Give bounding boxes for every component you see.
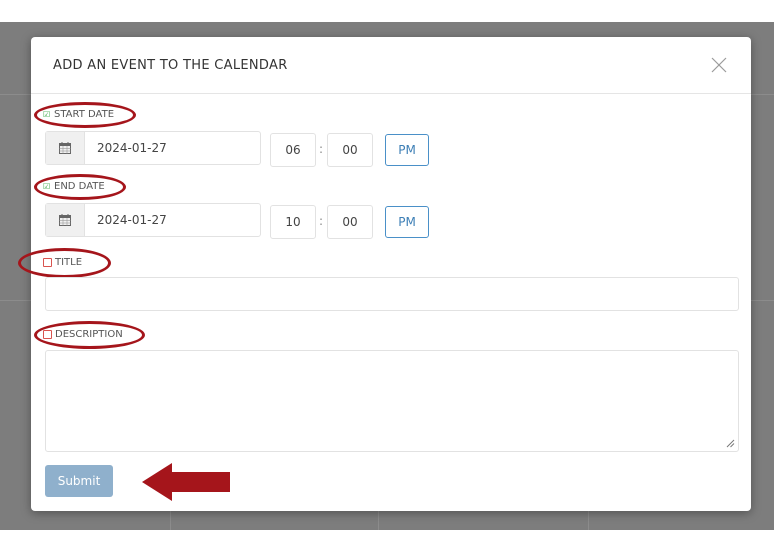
check-icon: ☑ xyxy=(43,181,51,191)
start-date-label-text: START DATE xyxy=(54,109,115,120)
title-label-text: TITLE xyxy=(55,257,83,268)
modal-header: ADD AN EVENT TO THE CALENDAR xyxy=(31,37,751,94)
submit-button[interactable]: Submit xyxy=(45,465,113,497)
close-icon xyxy=(711,57,727,73)
start-date-input[interactable]: 2024-01-27 xyxy=(45,131,261,165)
start-ampm-toggle[interactable]: PM xyxy=(385,134,429,166)
end-date-calendar-button[interactable] xyxy=(46,204,85,236)
description-label: DESCRIPTION xyxy=(43,329,123,340)
description-label-text: DESCRIPTION xyxy=(55,329,123,340)
end-date-label: ☑ END DATE xyxy=(43,181,105,192)
resize-grip-icon[interactable] xyxy=(726,439,735,448)
title-label: TITLE xyxy=(43,257,82,268)
close-button[interactable] xyxy=(709,55,729,75)
check-icon: ☑ xyxy=(43,109,51,119)
end-hour-input[interactable]: 10 xyxy=(270,205,316,239)
start-date-calendar-button[interactable] xyxy=(46,132,85,164)
start-date-label: ☑ START DATE xyxy=(43,109,114,120)
time-separator: : xyxy=(319,142,324,156)
end-ampm-toggle[interactable]: PM xyxy=(385,206,429,238)
description-textarea[interactable] xyxy=(45,350,739,452)
end-minute-input[interactable]: 00 xyxy=(327,205,373,239)
add-event-modal: ADD AN EVENT TO THE CALENDAR ☑ START DAT… xyxy=(18,37,751,511)
start-minute-input[interactable]: 00 xyxy=(327,133,373,167)
calendar-icon xyxy=(59,214,71,226)
calendar-icon xyxy=(59,142,71,154)
start-date-value: 2024-01-27 xyxy=(97,141,167,155)
end-date-value: 2024-01-27 xyxy=(97,213,167,227)
unchecked-box-icon xyxy=(43,258,52,267)
title-input[interactable] xyxy=(45,277,739,311)
modal-title: ADD AN EVENT TO THE CALENDAR xyxy=(53,58,288,73)
end-date-input[interactable]: 2024-01-27 xyxy=(45,203,261,237)
end-date-label-text: END DATE xyxy=(54,181,105,192)
start-hour-input[interactable]: 06 xyxy=(270,133,316,167)
arrow-icon xyxy=(142,463,230,501)
unchecked-box-icon xyxy=(43,330,52,339)
time-separator: : xyxy=(319,214,324,228)
